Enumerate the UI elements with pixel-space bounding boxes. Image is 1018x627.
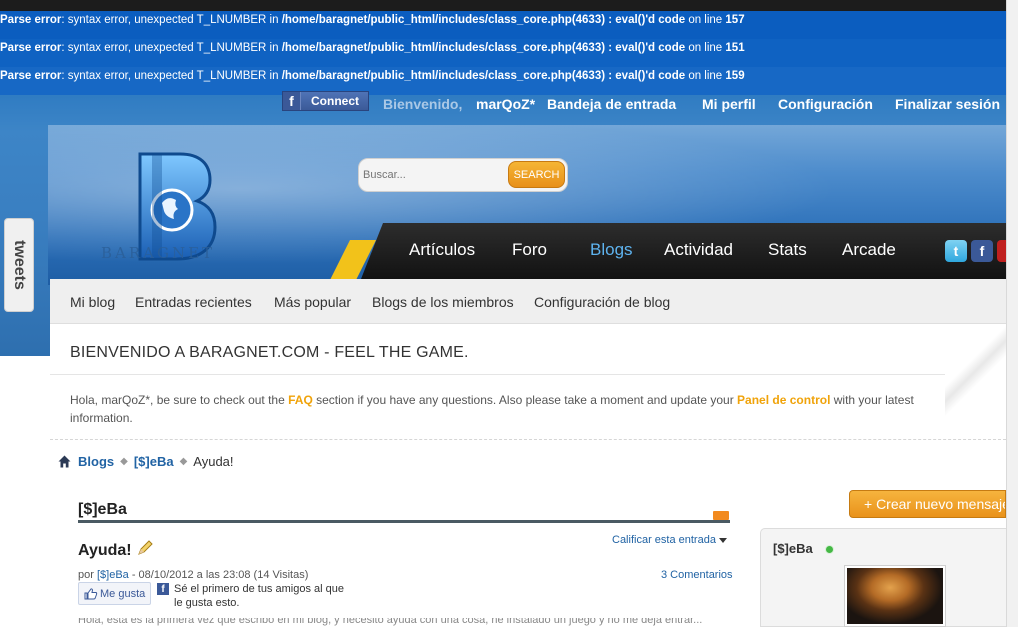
- faq-link[interactable]: FAQ: [288, 393, 313, 407]
- vertical-scrollbar[interactable]: [1006, 0, 1018, 627]
- home-icon[interactable]: [58, 455, 71, 468]
- logout-link[interactable]: Finalizar sesión: [895, 96, 1000, 112]
- welcome-title: BIENVENIDO A BARAGNET.COM - FEEL THE GAM…: [70, 344, 469, 361]
- breadcrumb: Blogs ◆ [$]eBa ◆ Ayuda!: [58, 453, 234, 469]
- username-link[interactable]: marQoZ*: [476, 96, 535, 112]
- breadcrumb-separator-icon: ◆: [120, 455, 128, 467]
- facebook-icon: f: [157, 583, 169, 595]
- logo-text: BARAGNET: [101, 244, 216, 262]
- nav-item-foro[interactable]: Foro: [512, 240, 547, 260]
- breadcrumb-current: Ayuda!: [193, 453, 234, 469]
- breadcrumb-blogs[interactable]: Blogs: [78, 454, 114, 469]
- rss-icon[interactable]: [713, 511, 729, 520]
- like-social-text: Sé el primero de tus amigos al que le gu…: [174, 583, 344, 609]
- entry-title[interactable]: Ayuda!: [78, 542, 132, 560]
- top-edge: [0, 0, 1006, 11]
- tweets-tab-label: tweets: [11, 240, 29, 290]
- thumbs-up-icon: [84, 587, 98, 599]
- search-button[interactable]: SEARCH: [508, 161, 565, 188]
- sidebar-username[interactable]: [$]eBa: [773, 541, 813, 556]
- facebook-icon[interactable]: f: [971, 240, 993, 262]
- comments-link[interactable]: 3 Comentarios: [661, 569, 733, 581]
- pencil-icon[interactable]: [137, 540, 153, 556]
- page-curl-dismiss[interactable]: [945, 326, 1006, 416]
- parse-error-line: Parse error: syntax error, unexpected T_…: [0, 11, 1006, 39]
- search-input[interactable]: [361, 165, 501, 185]
- subnav-item-member-blogs[interactable]: Blogs de los miembros: [372, 294, 514, 310]
- title-underline: [78, 520, 730, 523]
- entry-body-preview: Hola, esta es la primera vez que escribo…: [78, 618, 703, 626]
- facebook-icon: f: [283, 92, 301, 110]
- facebook-like-button[interactable]: Me gusta: [78, 582, 151, 605]
- breadcrumb-blog-owner[interactable]: [$]eBa: [134, 454, 174, 469]
- subnav-item-most-popular[interactable]: Más popular: [274, 294, 351, 310]
- online-status-icon: [826, 546, 833, 553]
- parse-error-line: Parse error: syntax error, unexpected T_…: [0, 39, 1006, 67]
- avatar[interactable]: [844, 565, 946, 627]
- welcome-text: Hola, marQoZ*, be sure to check out the …: [70, 393, 914, 425]
- user-bar: f Connect Bienvenido, marQoZ* Bandeja de…: [0, 88, 1006, 122]
- facebook-connect-button[interactable]: f Connect: [282, 91, 369, 111]
- tweets-side-tab[interactable]: tweets: [4, 218, 34, 312]
- entry-meta: por [$]eBa - 08/10/2012 a las 23:08 (14 …: [78, 569, 309, 581]
- caret-down-icon: [718, 537, 727, 543]
- entry-author-link[interactable]: [$]eBa: [97, 569, 129, 581]
- subnav-item-my-blog[interactable]: Mi blog: [70, 294, 115, 310]
- divider: [50, 374, 945, 375]
- twitter-icon[interactable]: t: [945, 240, 967, 262]
- welcome-label: Bienvenido,: [383, 96, 463, 112]
- rate-entry-label: Calificar esta entrada: [612, 534, 716, 546]
- subnav-item-recent-entries[interactable]: Entradas recientes: [135, 294, 252, 310]
- breadcrumb-separator-icon: ◆: [179, 455, 188, 467]
- control-panel-link[interactable]: Panel de control: [737, 393, 830, 407]
- create-new-entry-button[interactable]: + Crear nuevo mensaje: [849, 490, 1006, 518]
- inbox-link[interactable]: Bandeja de entrada: [547, 96, 676, 112]
- rate-entry-menu[interactable]: Calificar esta entrada: [612, 534, 727, 546]
- nav-item-arcade[interactable]: Arcade: [842, 240, 896, 260]
- subnav-item-blog-settings[interactable]: Configuración de blog: [534, 294, 670, 310]
- youtube-icon[interactable]: [997, 240, 1006, 262]
- nav-item-blogs[interactable]: Blogs: [590, 240, 633, 260]
- facebook-connect-label: Connect: [311, 94, 359, 108]
- like-button-label: Me gusta: [100, 587, 146, 600]
- settings-link[interactable]: Configuración: [778, 96, 873, 112]
- blog-title: [$]eBa: [78, 501, 127, 518]
- profile-link[interactable]: Mi perfil: [702, 96, 756, 112]
- nav-item-actividad[interactable]: Actividad: [664, 240, 733, 260]
- nav-item-articulos[interactable]: Artículos: [409, 240, 475, 260]
- nav-item-stats[interactable]: Stats: [768, 240, 807, 260]
- avatar-image: [847, 568, 943, 624]
